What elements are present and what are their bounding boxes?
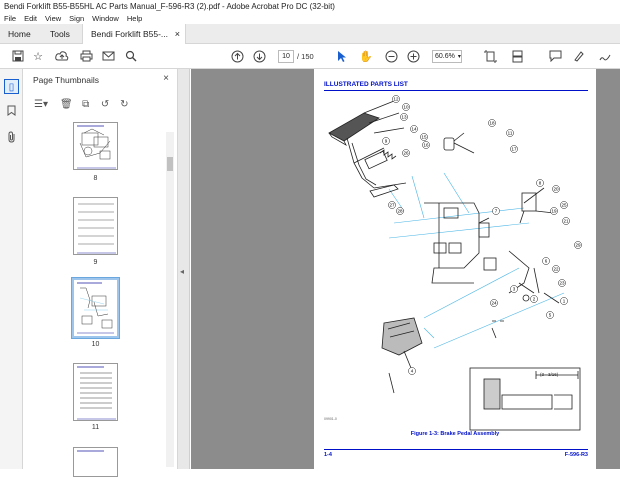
collapse-panel-icon[interactable]: ◂: [180, 267, 184, 276]
tab-close-icon[interactable]: ×: [175, 24, 180, 44]
callout-label: 19: [551, 209, 557, 214]
page-number-left: 1-4: [324, 452, 332, 458]
callout-label: 10: [403, 105, 409, 110]
bookmark-star-icon[interactable]: ☆: [30, 48, 46, 64]
hand-tool-icon[interactable]: ✋: [358, 48, 374, 64]
tab-tools[interactable]: Tools: [42, 24, 82, 44]
menu-sign[interactable]: Sign: [65, 13, 88, 24]
rotate-counterclockwise-icon[interactable]: ↺: [97, 99, 113, 110]
thumbnail-options-icon[interactable]: ☰▾: [33, 99, 49, 110]
drawing-reference-code: 09901-0: [324, 417, 337, 421]
zoom-out-icon[interactable]: [383, 48, 399, 64]
callout-label: 11: [508, 131, 513, 136]
page-thumbnail-11[interactable]: [73, 363, 118, 421]
thumbnails-panel: Page Thumbnails × ☰▾ 🗑 ⧉ ↺ ↻ 8 9 10 11: [23, 69, 178, 477]
callout-label: 28: [397, 209, 403, 214]
menu-window[interactable]: Window: [88, 13, 123, 24]
bookmarks-icon[interactable]: [4, 105, 19, 120]
chevron-down-icon: ▾: [457, 54, 461, 60]
highlight-pen-icon[interactable]: [571, 48, 587, 64]
insert-page-icon[interactable]: ⧉: [78, 99, 94, 110]
pdf-page: ILLUSTRATED PARTS LIST 12 10 13 9 14 15 …: [314, 69, 596, 469]
zoom-level-select[interactable]: 60.6% ▾: [432, 50, 462, 63]
upload-cloud-icon[interactable]: [54, 48, 70, 64]
footer-rule: [324, 449, 588, 450]
menu-file[interactable]: File: [0, 13, 20, 24]
brake-pedal-drawing: 1210139141516181117782019252122232627283…: [328, 95, 582, 431]
page-thumbnails-icon[interactable]: ▯: [4, 79, 19, 94]
tab-document-label: Bendi Forklift B55-...: [91, 29, 169, 39]
figure-caption: Figure 1-3: Brake Pedal Assembly: [410, 431, 500, 437]
page-header: ILLUSTRATED PARTS LIST: [324, 81, 408, 88]
scroll-mode-icon[interactable]: [509, 48, 525, 64]
callout-label: 16: [423, 143, 429, 148]
thumbnail-page-number: 9: [93, 259, 98, 266]
next-page-icon[interactable]: [251, 48, 267, 64]
panel-toolbar: ☰▾ 🗑 ⧉ ↺ ↻: [33, 96, 132, 110]
comment-icon[interactable]: [547, 48, 563, 64]
panel-title: Page Thumbnails: [33, 75, 99, 85]
callout-label: 21: [563, 219, 569, 224]
page-thumbnail-12[interactable]: [73, 447, 118, 477]
callout-label: 24: [491, 301, 497, 306]
page-number-input[interactable]: 10: [278, 50, 294, 63]
select-cursor-icon[interactable]: [334, 48, 350, 64]
panel-splitter[interactable]: ◂: [178, 69, 190, 469]
document-code: F-596-R3: [564, 452, 588, 458]
callout-label: 14: [411, 127, 417, 132]
menu-edit[interactable]: Edit: [20, 13, 41, 24]
tab-bar: Home Tools Bendi Forklift B55-... ×: [0, 24, 620, 44]
print-icon[interactable]: [78, 48, 94, 64]
window-title: Bendi Forklift B55-B55HL AC Parts Manual…: [0, 0, 620, 13]
callout-label: 29: [575, 243, 581, 248]
callout-label: 27: [389, 203, 395, 208]
callout-label: 22: [553, 267, 559, 272]
header-rule: [324, 90, 588, 91]
previous-page-icon[interactable]: [229, 48, 245, 64]
tab-home[interactable]: Home: [0, 24, 40, 44]
left-rail: ▯: [0, 69, 23, 469]
fill-sign-icon[interactable]: [597, 48, 613, 64]
search-icon[interactable]: [123, 48, 139, 64]
fit-page-icon[interactable]: [482, 48, 498, 64]
callout-label: 12: [393, 97, 399, 102]
menu-view[interactable]: View: [41, 13, 65, 24]
page-thumbnail-9[interactable]: [73, 197, 118, 255]
attachments-paperclip-icon[interactable]: [4, 131, 19, 146]
thumbnail-page-number: 10: [91, 341, 100, 348]
callout-label: 26: [403, 151, 409, 156]
callout-label: 17: [511, 147, 517, 152]
thumbnail-scrollbar[interactable]: [166, 132, 174, 467]
rotate-clockwise-icon[interactable]: ↻: [116, 99, 132, 110]
page-thumbnail-8[interactable]: [73, 122, 118, 170]
callout-label: 13: [401, 115, 407, 120]
email-icon[interactable]: [100, 48, 116, 64]
zoom-in-icon[interactable]: [405, 48, 421, 64]
save-icon[interactable]: [10, 48, 26, 64]
menu-help[interactable]: Help: [123, 13, 146, 24]
thumbnail-page-number: 11: [91, 424, 100, 431]
menu-bar: File Edit View Sign Window Help: [0, 13, 620, 24]
tab-document[interactable]: Bendi Forklift B55-... ×: [82, 24, 186, 44]
page-thumbnail-10[interactable]: [71, 277, 120, 339]
inset-dimension: (3 - 3/16): [540, 372, 559, 377]
callout-label: 20: [553, 187, 559, 192]
scrollbar-thumb[interactable]: [167, 157, 173, 171]
callout-label: 23: [559, 281, 565, 286]
toolbar: ☆ 10 / 150 ✋ 60.6% ▾: [0, 44, 620, 69]
callout-label: 25: [561, 203, 567, 208]
panel-close-icon[interactable]: ×: [163, 73, 169, 84]
thumbnail-page-number: 8: [93, 175, 98, 182]
callout-label: 18: [489, 121, 495, 126]
document-viewer[interactable]: ILLUSTRATED PARTS LIST 12 10 13 9 14 15 …: [191, 69, 620, 469]
delete-page-icon[interactable]: 🗑: [58, 99, 74, 110]
zoom-level-value: 60.6%: [435, 53, 455, 60]
callout-label: 15: [421, 135, 427, 140]
page-total: / 150: [297, 52, 314, 61]
